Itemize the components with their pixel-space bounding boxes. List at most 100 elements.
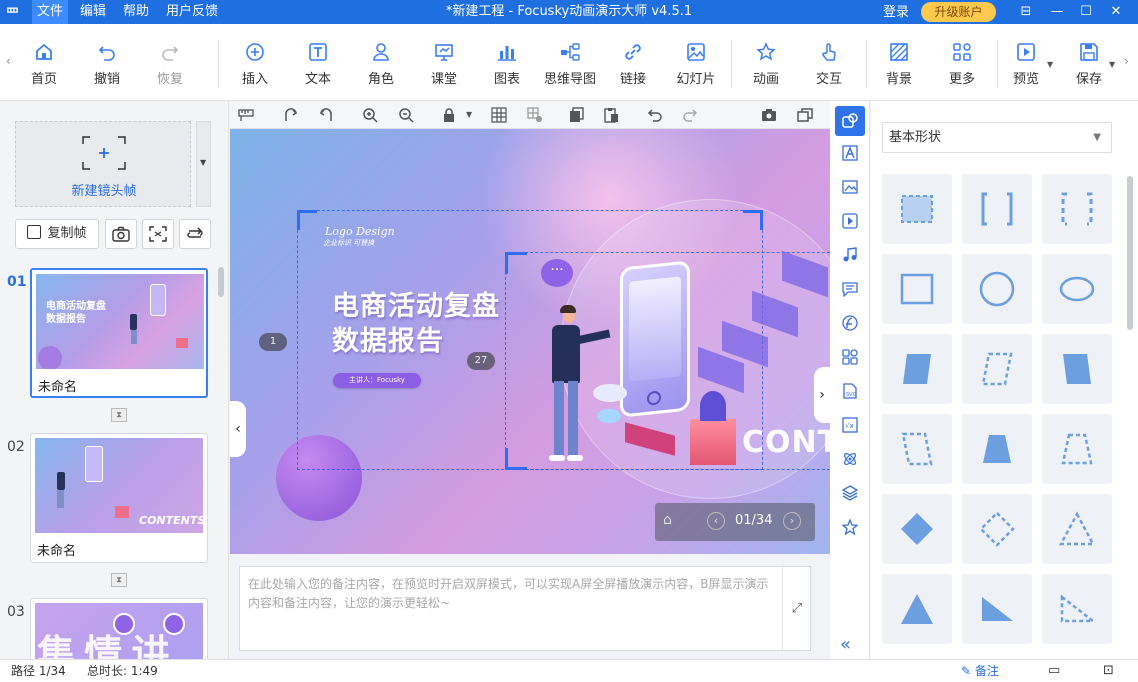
shape-dashed-rect[interactable] (882, 174, 952, 244)
shape-right-triangle[interactable] (962, 574, 1032, 644)
shape-corner-bracket[interactable] (1042, 174, 1112, 244)
fit-frame-button[interactable] (142, 219, 174, 249)
menu-feedback[interactable]: 用户反馈 (161, 0, 223, 24)
notes-editor[interactable]: 在此处输入您的备注内容，在预览时开启双屏模式，可以实现A屏全屏播放演示内容，B屏… (239, 566, 811, 651)
video-icon[interactable] (842, 213, 858, 229)
shape-parallelogram[interactable] (882, 334, 952, 404)
presentation-stage[interactable]: Logo Design 企业标识 可替换 电商活动复盘 数据报告 主讲人：Foc… (230, 129, 830, 554)
redo-icon[interactable] (682, 107, 698, 123)
notes-toggle-button[interactable]: ✎ 备注 (961, 660, 999, 682)
new-frame-button[interactable]: 新建镜头帧 (15, 121, 191, 207)
shape-dashed-parallelogram-2[interactable] (882, 414, 952, 484)
comment-icon[interactable] (842, 281, 858, 297)
grid-icon[interactable] (491, 107, 507, 123)
lock-icon[interactable] (441, 107, 457, 123)
unlock-icon[interactable]: ⊡ (1103, 660, 1114, 682)
ruler-icon[interactable] (238, 107, 254, 123)
slides-button[interactable]: 幻灯片 (668, 42, 724, 90)
classroom-button[interactable]: 课堂 (416, 42, 472, 90)
grid-settings-icon[interactable] (527, 107, 543, 123)
link-button[interactable]: 链接 (605, 42, 661, 90)
preview-dropdown-icon[interactable]: ▼ (1047, 60, 1053, 69)
menu-edit[interactable]: 编辑 (75, 0, 111, 24)
shape-dashed-diamond[interactable] (962, 494, 1032, 564)
shape-category-select[interactable]: 基本形状 ▼ (882, 122, 1112, 153)
insert-button[interactable]: 插入 (227, 42, 283, 90)
login-link[interactable]: 登录 (883, 0, 909, 26)
home-button[interactable]: 首页 (16, 42, 72, 90)
home-icon[interactable]: ⌂ (663, 512, 681, 530)
image-icon[interactable] (842, 179, 858, 195)
mindmap-button[interactable]: 思维导图 (538, 42, 602, 90)
new-frame-dropdown[interactable]: ▼ (196, 121, 211, 207)
prev-page-icon[interactable]: ‹ (707, 512, 725, 530)
shape-rect[interactable] (882, 254, 952, 324)
upgrade-button[interactable]: 升级账户 (921, 2, 996, 22)
collapse-right-panel-icon[interactable]: › (814, 367, 830, 423)
shape-diamond[interactable] (882, 494, 952, 564)
role-button[interactable]: 角色 (353, 42, 409, 90)
rotate-right-icon[interactable] (283, 107, 299, 123)
animation-button[interactable]: 动画 (738, 42, 794, 90)
camera-frame-button[interactable] (105, 219, 137, 249)
text-art-icon[interactable] (842, 145, 858, 161)
slide-thumbnail-1[interactable]: 电商活动复盘 数据报告 未命名 (30, 268, 208, 398)
lock-dropdown-icon[interactable]: ▼ (466, 110, 472, 119)
transition-icon[interactable]: ⧗ (111, 408, 127, 422)
zoom-in-icon[interactable] (362, 107, 378, 123)
preview-button[interactable]: 预览 (998, 42, 1054, 90)
shape-dashed-right-triangle[interactable] (1042, 574, 1112, 644)
rotate-left-icon[interactable] (318, 107, 334, 123)
formula-icon[interactable]: √x (842, 417, 858, 433)
screenshot-icon[interactable] (761, 107, 777, 123)
menu-help[interactable]: 帮助 (118, 0, 154, 24)
zoom-out-icon[interactable] (398, 107, 414, 123)
menu-file[interactable]: 文件 (32, 0, 69, 24)
undo-button[interactable]: 撤销 (79, 42, 135, 90)
shape-dashed-triangle[interactable] (1042, 494, 1112, 564)
window-layers-icon[interactable] (797, 107, 813, 123)
close-button[interactable]: ✕ (1101, 0, 1131, 24)
minimize-button[interactable]: — (1042, 0, 1072, 24)
dual-screen-icon[interactable]: ▭ (1048, 660, 1060, 682)
frame-badge-1[interactable]: 1 (259, 333, 287, 351)
layers-icon[interactable] (842, 485, 858, 501)
frame-badge-27[interactable]: 27 (467, 352, 495, 370)
slide-thumbnail-3[interactable]: 集 情 讲 (30, 598, 208, 659)
background-button[interactable]: 背景 (871, 42, 927, 90)
next-page-icon[interactable]: › (783, 512, 801, 530)
shape-dashed-trapezoid[interactable] (1042, 414, 1112, 484)
copy-icon[interactable] (569, 107, 585, 123)
slide-thumbnail-2[interactable]: CONTENTS 未命名 (30, 433, 208, 563)
undo-icon[interactable] (647, 107, 663, 123)
shape-bracket[interactable] (962, 174, 1032, 244)
atom-icon[interactable] (842, 451, 858, 467)
shape-ellipse[interactable] (1042, 254, 1112, 324)
collapse-strip-icon[interactable]: « (840, 634, 851, 655)
shape-circle[interactable] (962, 254, 1032, 324)
scroll-left-icon[interactable]: ‹ (6, 54, 11, 68)
copy-frame-button[interactable]: 复制帧 (15, 219, 99, 249)
text-button[interactable]: 文本 (290, 42, 346, 90)
svg-file-icon[interactable]: SVG (842, 383, 858, 399)
star-icon[interactable] (842, 519, 858, 535)
widgets-icon[interactable] (842, 349, 858, 365)
more-button[interactable]: 更多 (934, 42, 990, 90)
paste-icon[interactable] (603, 107, 619, 123)
shape-category-button[interactable] (835, 106, 865, 136)
maximize-button[interactable]: ☐ (1071, 0, 1101, 24)
interaction-button[interactable]: 交互 (801, 42, 857, 90)
shape-panel-scrollbar[interactable] (1127, 176, 1133, 330)
music-icon[interactable] (842, 247, 858, 263)
expand-notes-icon[interactable]: ⤢ (782, 567, 811, 650)
collapse-left-panel-icon[interactable]: ‹ (230, 401, 246, 457)
save-dropdown-icon[interactable]: ▼ (1109, 60, 1115, 69)
panel-scrollbar[interactable] (218, 267, 224, 297)
redo-button[interactable]: 恢复 (142, 42, 198, 90)
restore-panel-icon[interactable]: ⊟ (1011, 0, 1041, 24)
shape-trapezoid[interactable] (962, 414, 1032, 484)
shape-dashed-parallelogram[interactable] (962, 334, 1032, 404)
chart-button[interactable]: 图表 (479, 42, 535, 90)
scroll-right-icon[interactable]: › (1124, 54, 1129, 68)
swap-frame-button[interactable] (179, 219, 211, 249)
